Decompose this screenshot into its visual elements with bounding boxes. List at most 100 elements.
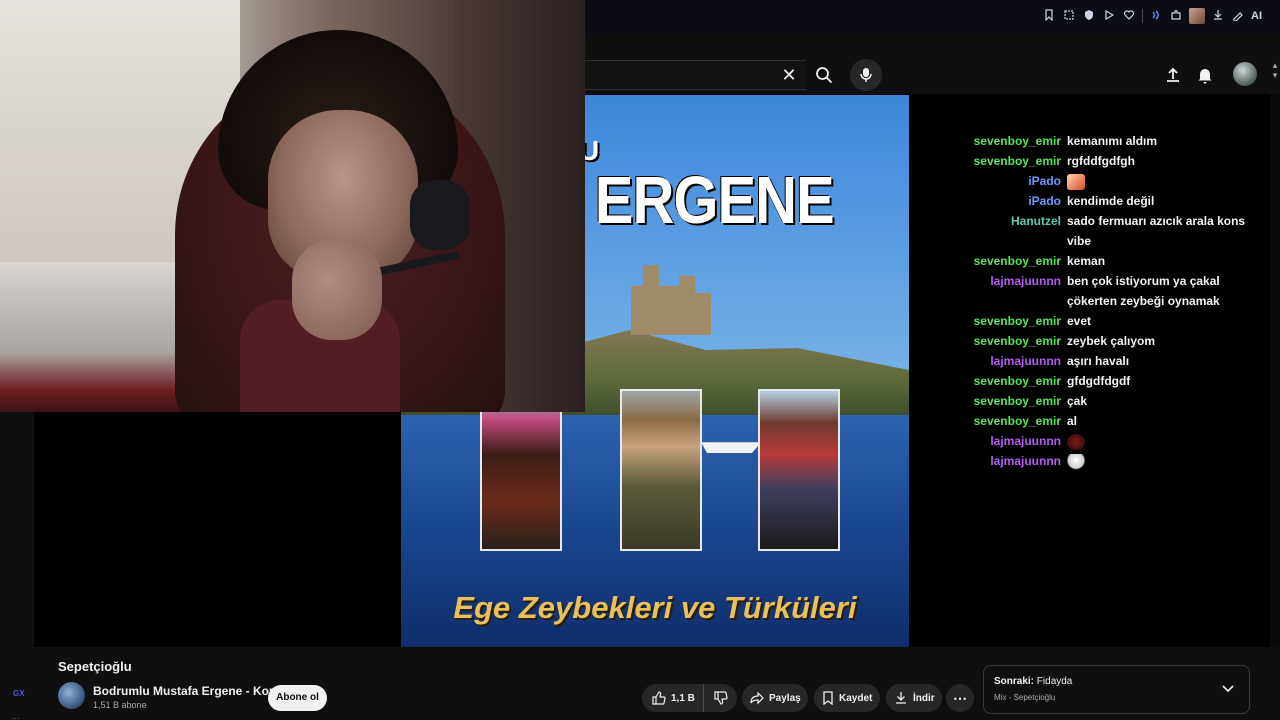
play-icon[interactable] xyxy=(1102,9,1116,23)
chat-username[interactable]: lajmajuunnn xyxy=(955,431,1067,451)
screen: AI ✕ ▴ ▾ GX ... U STAFA ERGENE Ege Zeybek… xyxy=(0,0,1280,720)
webcam-bed xyxy=(0,262,190,412)
save-button[interactable]: Kaydet xyxy=(814,684,880,712)
chat-username[interactable]: sevenboy_emir xyxy=(955,131,1067,151)
gx-label[interactable]: GX xyxy=(13,689,25,698)
save-label: Kaydet xyxy=(839,692,873,704)
heart-icon[interactable] xyxy=(1122,9,1136,23)
crop-icon[interactable] xyxy=(1062,9,1076,23)
shield-icon[interactable] xyxy=(1082,9,1096,23)
chat-username[interactable]: iPado xyxy=(955,171,1067,191)
search-icon xyxy=(816,67,833,84)
download-icon[interactable] xyxy=(1211,9,1225,23)
share-button[interactable]: Paylaş xyxy=(742,684,808,712)
microphone-icon xyxy=(860,68,872,82)
webcam-overlay xyxy=(0,0,585,412)
thumbnail-portrait-woman xyxy=(480,389,562,551)
voice-search-button[interactable] xyxy=(850,59,882,91)
chat-text: al xyxy=(1067,414,1078,428)
chat-text: gfdgdfdgdf xyxy=(1067,374,1131,388)
thumbnail-portrait-dancer xyxy=(758,389,840,551)
download-icon xyxy=(896,692,906,704)
search-button[interactable] xyxy=(806,60,842,90)
chat-username[interactable]: sevenboy_emir xyxy=(955,311,1067,331)
next-title: Fidayda xyxy=(1036,676,1073,687)
chat-username[interactable]: lajmajuunnn xyxy=(955,451,1067,471)
subscriber-count: 1,51 B abone xyxy=(93,700,147,710)
chat-message: iPado xyxy=(955,171,1265,191)
chat-username[interactable]: lajmajuunnn xyxy=(955,351,1067,371)
ai-edit-icon[interactable] xyxy=(1231,9,1245,23)
thumbs-down-icon xyxy=(713,691,728,705)
chat-message: sevenboy_emir rgfddfgdfgh xyxy=(955,151,1265,171)
puzzle-icon[interactable] xyxy=(1169,9,1183,23)
chat-username[interactable]: Hanutzel xyxy=(955,211,1067,251)
chat-username[interactable]: sevenboy_emir xyxy=(955,371,1067,391)
chat-text: aşırı havalı xyxy=(1067,354,1130,368)
chevron-down-icon[interactable] xyxy=(1219,680,1237,698)
more-actions-button[interactable]: ⋯ xyxy=(946,684,974,712)
bookmark-icon[interactable] xyxy=(1042,9,1056,23)
chat-text xyxy=(1067,171,1257,191)
audio-icon[interactable] xyxy=(1149,9,1163,23)
chat-text xyxy=(1067,451,1257,471)
ai-label[interactable]: AI xyxy=(1251,9,1262,23)
webcam-headset xyxy=(410,180,470,250)
chat-text: ben çok istiyorum ya çakal çökerten zeyb… xyxy=(1067,274,1220,308)
chat-username[interactable]: sevenboy_emir xyxy=(955,331,1067,351)
chat-message: sevenboy_emir çak xyxy=(955,391,1265,411)
chat-text: kendimde değil xyxy=(1067,194,1155,208)
profile-thumb[interactable] xyxy=(1189,8,1205,24)
thumbs-up-icon xyxy=(652,691,666,705)
next-playlist: Mix - Sepetçioğlu xyxy=(994,693,1056,702)
chat-emote-icon xyxy=(1067,173,1085,190)
account-avatar[interactable] xyxy=(1233,62,1257,86)
bookmark-icon xyxy=(823,691,833,705)
share-label: Paylaş xyxy=(769,692,801,704)
chat-emote-icon xyxy=(1067,433,1085,450)
extensions-divider xyxy=(1142,9,1143,23)
search-input[interactable] xyxy=(560,60,806,90)
chat-message: lajmajuunnn aşırı havalı xyxy=(955,351,1265,371)
chat-text: rgfddfgdfgh xyxy=(1067,154,1135,168)
thumbnail-subtitle: Ege Zeybekleri ve Türküleri xyxy=(453,590,857,625)
clear-search-icon[interactable]: ✕ xyxy=(778,62,800,88)
channel-avatar[interactable] xyxy=(58,682,85,709)
more-dots[interactable]: ... xyxy=(12,711,20,720)
chat-text: keman xyxy=(1067,254,1106,268)
next-prefix: Sonraki: xyxy=(994,676,1035,687)
chat-username[interactable]: sevenboy_emir xyxy=(955,251,1067,271)
chat-text: sado fermuarı azıcık arala kons vibe xyxy=(1067,214,1246,248)
bell-icon xyxy=(1198,69,1212,84)
video-title: Sepetçioğlu xyxy=(58,659,132,674)
like-count: 1,1 B xyxy=(671,692,695,704)
chat-message: iPado kendimde değil xyxy=(955,191,1265,211)
chat-message: sevenboy_emir zeybek çalıyom xyxy=(955,331,1265,351)
chat-username[interactable]: iPado xyxy=(955,191,1067,211)
create-button[interactable] xyxy=(1160,62,1186,88)
chat-message: sevenboy_emir gfdgdfdgdf xyxy=(955,371,1265,391)
like-button[interactable]: 1,1 B xyxy=(642,684,704,712)
chat-username[interactable]: sevenboy_emir xyxy=(955,151,1067,171)
subscribe-button[interactable]: Abone ol xyxy=(268,685,327,711)
upload-icon xyxy=(1167,67,1179,82)
notifications-button[interactable] xyxy=(1192,62,1218,88)
download-button[interactable]: İndir xyxy=(886,684,942,712)
chat-message: lajmajuunnn xyxy=(955,431,1265,451)
chat-text: zeybek çalıyom xyxy=(1067,334,1156,348)
next-video-card[interactable]: Sonraki: Fidayda Mix - Sepetçioğlu xyxy=(983,665,1250,714)
chat-text: evet xyxy=(1067,314,1092,328)
dislike-button[interactable] xyxy=(704,684,737,712)
chat-username[interactable]: sevenboy_emir xyxy=(955,411,1067,431)
share-icon xyxy=(750,691,764,705)
chat-username[interactable]: lajmajuunnn xyxy=(955,271,1067,311)
chat-message: lajmajuunnn ben çok istiyorum ya çakal çö… xyxy=(955,271,1265,311)
chat-message: sevenboy_emir evet xyxy=(955,311,1265,331)
chat-emote-icon xyxy=(1067,453,1085,470)
chat-username[interactable]: sevenboy_emir xyxy=(955,391,1067,411)
extensions-bar: AI xyxy=(1042,8,1262,24)
scrollbar[interactable]: ▴ ▾ xyxy=(1270,60,1280,100)
next-video-line: Sonraki: Fidayda xyxy=(994,676,1072,687)
chat-text xyxy=(1067,431,1257,451)
channel-name[interactable]: Bodrumlu Mustafa Ergene - Konu xyxy=(93,684,284,698)
